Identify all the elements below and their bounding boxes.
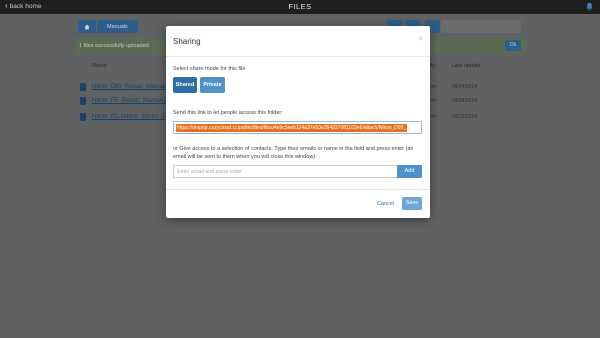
column-header-name[interactable]: Name <box>92 63 107 69</box>
breadcrumb-folder[interactable]: Manuals <box>97 20 138 33</box>
close-icon[interactable]: × <box>418 34 423 43</box>
share-link-label: Send this link to let people access this… <box>173 110 283 116</box>
column-header-last-update[interactable]: Last update <box>452 63 481 69</box>
alert-message: 1 files successfully uploaded. <box>79 43 151 49</box>
modal-title: Sharing <box>173 37 201 46</box>
file-icon <box>80 113 86 121</box>
file-icon <box>80 97 86 105</box>
shared-mode-button[interactable]: Shared <box>173 77 197 93</box>
cancel-button[interactable]: Cancel <box>377 201 394 207</box>
file-date: 09/24/2014 <box>452 98 478 104</box>
home-icon <box>84 24 90 29</box>
search-input[interactable] <box>441 20 521 33</box>
email-field[interactable]: Enter email and press enter <box>173 165 397 178</box>
save-button[interactable]: Save <box>402 197 422 210</box>
file-access: ent <box>429 84 436 90</box>
file-access: ent <box>429 98 436 104</box>
share-link-text: https://dropop.cozycloud.cc/public/files… <box>176 124 408 132</box>
alert-ok-button[interactable]: Ok <box>505 40 521 51</box>
modal-header: Sharing × <box>166 26 430 57</box>
sharing-modal: Sharing × Select share mode for this fil… <box>166 26 430 218</box>
top-bar: ‹ back home FILES <box>0 0 600 14</box>
file-access: ent <box>429 114 436 120</box>
footer-divider <box>166 189 430 190</box>
bell-icon[interactable] <box>585 2 594 11</box>
breadcrumb: Manuals <box>78 20 138 33</box>
file-icon <box>80 83 86 91</box>
private-mode-button[interactable]: Private <box>200 77 225 93</box>
contacts-instructions: or Give access to a selection of contact… <box>173 146 414 160</box>
share-mode-label: Select share mode for this file <box>173 66 246 72</box>
file-name-link[interactable]: Nikon_PC-Nikkor_35mm_2 <box>92 114 165 120</box>
app-title: FILES <box>288 2 312 11</box>
home-breadcrumb-button[interactable] <box>78 20 96 33</box>
file-name-link[interactable]: Nikon_D90_Repair_Manual <box>92 84 166 90</box>
file-date: 09/26/2014 <box>452 114 478 120</box>
share-link-field[interactable]: https://dropop.cozycloud.cc/public/files… <box>173 121 422 134</box>
file-date: 09/24/2014 <box>452 84 478 90</box>
file-name-link[interactable]: Nikon_FE_Repair_Manual.p <box>92 98 167 104</box>
add-contact-button[interactable]: Add <box>397 165 422 178</box>
